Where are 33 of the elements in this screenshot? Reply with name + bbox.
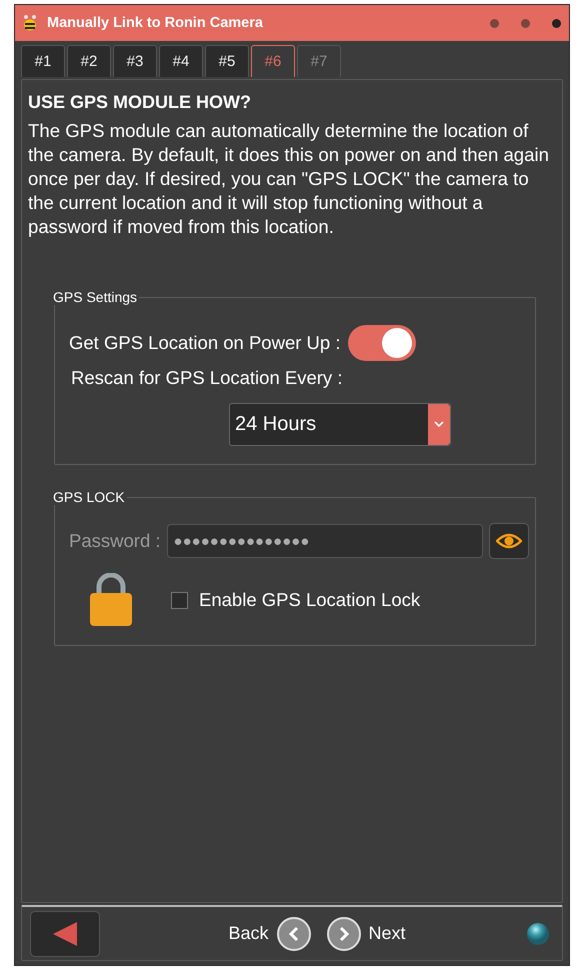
power-up-label: Get GPS Location on Power Up :	[69, 332, 340, 354]
rescan-dropdown[interactable]: 24 Hours	[229, 403, 451, 446]
group-legend: GPS LOCK	[51, 489, 127, 505]
padlock-icon	[89, 573, 133, 627]
status-orb-icon	[526, 922, 550, 946]
step-tab[interactable]: #1	[21, 45, 65, 77]
chevron-right-icon	[338, 926, 350, 942]
back-link[interactable]: Back	[228, 923, 268, 944]
close-icon[interactable]	[552, 18, 561, 28]
next-button[interactable]	[326, 916, 360, 950]
power-up-toggle[interactable]	[348, 325, 416, 361]
step-tab[interactable]: #6	[251, 45, 295, 77]
chevron-left-icon	[288, 926, 300, 942]
step-tab[interactable]: #3	[113, 45, 157, 77]
description-text: The GPS module can automatically determine the location of the camera. By default, it does this on power on and then again once per day. If desired, you can "GPS LOCK" the camera to the current location and it will stop functioning without a password if moved from this location.	[28, 119, 550, 239]
window-title: Manually Link to Ronin Camera	[47, 15, 264, 31]
password-label: Password :	[69, 530, 161, 552]
eye-icon	[496, 533, 522, 549]
rescan-label: Rescan for GPS Location Every :	[71, 367, 342, 389]
back-square-button[interactable]	[30, 910, 100, 956]
step-tab[interactable]: #5	[205, 45, 249, 77]
triangle-left-icon	[52, 920, 78, 946]
lock-checkbox[interactable]	[171, 592, 188, 608]
show-password-button[interactable]	[489, 523, 529, 559]
group-legend: GPS Settings	[51, 289, 140, 305]
next-link[interactable]: Next	[368, 923, 406, 944]
section-heading: USE GPS MODULE HOW?	[28, 92, 252, 113]
chevron-down-icon	[434, 421, 444, 428]
lock-label: Enable GPS Location Lock	[199, 589, 420, 611]
step-tab[interactable]: #4	[159, 45, 203, 77]
back-button[interactable]	[276, 916, 310, 950]
bee-icon	[21, 14, 39, 32]
step-tab[interactable]: #2	[67, 45, 111, 77]
